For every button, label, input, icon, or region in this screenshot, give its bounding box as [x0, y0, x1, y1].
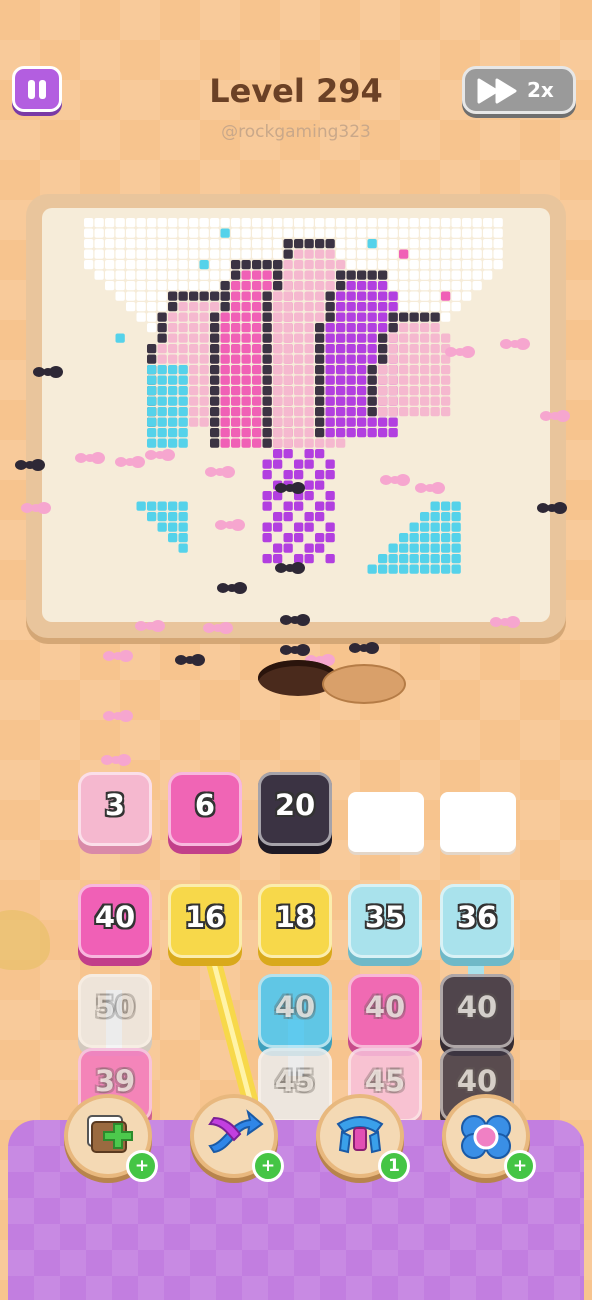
- magnet-booster[interactable]: 1: [316, 1094, 410, 1182]
- grid-tile-r1c4[interactable]: 35: [348, 884, 422, 958]
- ant: [215, 519, 245, 531]
- flower-booster[interactable]: +: [442, 1094, 536, 1182]
- collector-slot-2: 6: [168, 772, 242, 846]
- grid-tile-r1c5[interactable]: 36: [440, 884, 514, 958]
- grid-tile-r1c3[interactable]: 18: [258, 884, 332, 958]
- tile-value: 16: [184, 900, 226, 934]
- ant: [15, 459, 45, 471]
- grid-tile-r1c1[interactable]: 40: [78, 884, 152, 958]
- tile-value: 39: [94, 1064, 136, 1098]
- ant: [33, 366, 63, 378]
- tile-value: 50: [94, 990, 136, 1024]
- tile-value: 45: [274, 1064, 316, 1098]
- shuffle-booster[interactable]: +: [190, 1094, 284, 1182]
- hole-lid: [322, 664, 406, 704]
- grid-tile-r2c3: 40: [258, 974, 332, 1048]
- ant: [135, 620, 165, 632]
- ant: [101, 754, 131, 766]
- add-slot-badge: +: [126, 1150, 158, 1182]
- tile-value: 40: [274, 990, 316, 1024]
- magnet-badge: 1: [378, 1150, 410, 1182]
- tile-value: 40: [456, 990, 498, 1024]
- ant: [490, 616, 520, 628]
- ant: [115, 456, 145, 468]
- ant: [103, 710, 133, 722]
- ant: [175, 654, 205, 666]
- ant: [205, 466, 235, 478]
- grid-tile-r2c5: 40: [440, 974, 514, 1048]
- collector-slot-3: 20: [258, 772, 332, 846]
- tile-value: 35: [364, 900, 406, 934]
- ant: [415, 482, 445, 494]
- ant: [280, 644, 310, 656]
- ant: [75, 452, 105, 464]
- ant: [203, 622, 233, 634]
- shuffle-badge: +: [252, 1150, 284, 1182]
- ant: [445, 346, 475, 358]
- grid-tile-r1c2[interactable]: 16: [168, 884, 242, 958]
- tile-value: 40: [456, 1064, 498, 1098]
- ant: [145, 449, 175, 461]
- add-slot-booster[interactable]: +: [64, 1094, 158, 1182]
- ant: [537, 502, 567, 514]
- ant: [103, 650, 133, 662]
- collector-slot-1: 3: [78, 772, 152, 846]
- tile-value: 40: [364, 990, 406, 1024]
- ant: [540, 410, 570, 422]
- ant: [275, 482, 305, 494]
- ant: [217, 582, 247, 594]
- tile-value: 45: [364, 1064, 406, 1098]
- tile-value: 36: [456, 900, 498, 934]
- slot-value: 6: [194, 788, 216, 822]
- ant: [500, 338, 530, 350]
- tile-value: 40: [94, 900, 136, 934]
- tile-value: 18: [274, 900, 316, 934]
- slot-value: 20: [274, 788, 316, 822]
- ant: [380, 474, 410, 486]
- ant: [21, 502, 51, 514]
- slot-value: 3: [104, 788, 126, 822]
- ant: [280, 614, 310, 626]
- ant: [349, 642, 379, 654]
- flower-badge: +: [504, 1150, 536, 1182]
- collector-slot-4: [348, 792, 424, 852]
- grid-tile-r2c1: 50: [78, 974, 152, 1048]
- ant: [275, 562, 305, 574]
- grid-tile-r2c4: 40: [348, 974, 422, 1048]
- collector-slot-5: [440, 792, 516, 852]
